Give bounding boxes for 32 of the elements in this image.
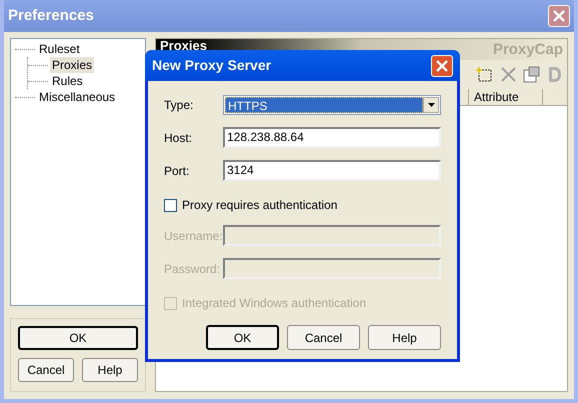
type-dropdown[interactable]: HTTPS — [223, 95, 441, 115]
tree-item[interactable]: Miscellaneous — [37, 89, 118, 105]
field-label: Password: — [164, 260, 222, 278]
field-label: Host: — [164, 130, 194, 146]
dialog-button[interactable]: Help — [368, 325, 441, 350]
field-label: Username: — [164, 228, 223, 244]
checkbox-label: Proxy requires authentication — [182, 197, 338, 214]
brand-label: ProxyCap — [492, 40, 563, 60]
dialog-title: New Proxy Server — [152, 56, 272, 75]
tree-item[interactable]: Ruleset — [37, 41, 82, 57]
field-label: Port: — [164, 162, 190, 180]
tree-item[interactable]: Proxies — [50, 57, 94, 73]
close-icon — [436, 60, 448, 72]
close-icon — [553, 10, 565, 22]
close-button[interactable] — [548, 5, 570, 27]
checkbox-label: Integrated Windows authentication — [182, 295, 366, 312]
input-field[interactable]: 128.238.88.64 — [223, 127, 441, 148]
properties-icon[interactable] — [521, 64, 542, 85]
checkbox[interactable] — [164, 198, 177, 212]
panel-title: Proxies — [160, 39, 207, 53]
input-field[interactable]: 3124 — [223, 160, 441, 181]
window-title: Preferences — [8, 6, 94, 26]
tree-item[interactable]: Rules — [50, 73, 85, 89]
column-header[interactable]: Attribute — [468, 89, 543, 105]
dialog-button[interactable]: Cancel — [287, 325, 360, 350]
dropdown-arrow-icon — [428, 103, 434, 107]
dialog-button[interactable]: Cancel — [18, 358, 74, 382]
dialog-button[interactable]: Help — [82, 358, 138, 382]
close-button[interactable] — [431, 54, 453, 76]
dialog-button[interactable]: OK — [206, 325, 279, 350]
dialog-button[interactable]: OK — [18, 326, 138, 350]
field-label: Type: — [164, 97, 194, 114]
